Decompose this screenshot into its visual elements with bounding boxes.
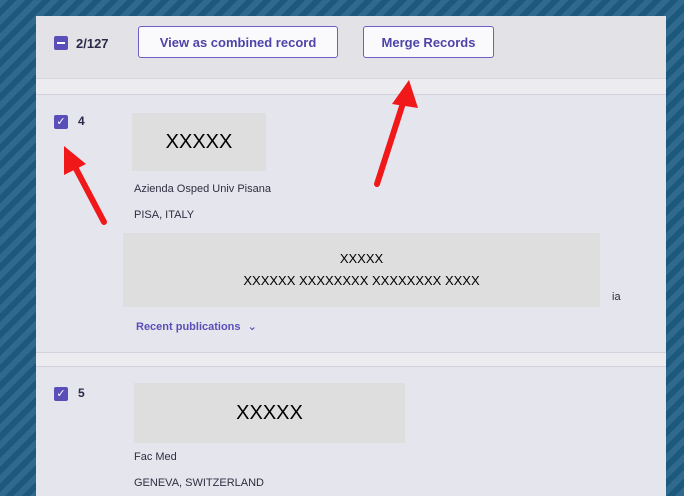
- merge-records-button[interactable]: Merge Records: [363, 26, 494, 58]
- checkmark-icon: ✓: [56, 116, 66, 128]
- redacted-text: XXXXX: [236, 401, 303, 424]
- selection-toolbar: 2/127 View as combined record Merge Reco…: [36, 16, 666, 79]
- recent-publications-toggle[interactable]: Recent publications ⌄: [136, 320, 257, 333]
- selection-count: 2/127: [76, 35, 109, 51]
- view-combined-record-button[interactable]: View as combined record: [138, 26, 338, 58]
- record-checkbox[interactable]: ✓: [54, 387, 68, 401]
- chevron-down-icon: ⌄: [247, 321, 257, 333]
- records-panel: 2/127 View as combined record Merge Reco…: [36, 16, 666, 496]
- institution-location: GENEVA, SWITZERLAND: [134, 477, 264, 489]
- record-checkbox[interactable]: ✓: [54, 115, 68, 129]
- redacted-line-1: XXXXX: [339, 251, 384, 266]
- institution-location: PISA, ITALY: [134, 209, 195, 221]
- checkmark-icon: ✓: [56, 388, 66, 400]
- partial-text: ia: [612, 291, 621, 303]
- record-number: 4: [78, 114, 85, 128]
- record-card: ✓ 5 XXXXX Fac Med GENEVA, SWITZERLAND: [36, 366, 666, 496]
- record-card: ✓ 4 XXXXX Azienda Osped Univ Pisana PISA…: [36, 94, 666, 353]
- deselect-all-checkbox[interactable]: [54, 36, 68, 50]
- record-number: 5: [78, 386, 85, 400]
- selection-indicator: 2/127: [54, 34, 109, 52]
- redacted-author-name: XXXXX: [132, 113, 266, 171]
- redacted-author-name: XXXXX: [134, 383, 405, 443]
- redacted-details: XXXXX XXXXXX XXXXXXXX XXXXXXXX XXXX: [123, 233, 600, 307]
- institution-name: Azienda Osped Univ Pisana: [134, 183, 271, 195]
- redacted-line-2: XXXXXX XXXXXXXX XXXXXXXX XXXX: [243, 273, 480, 288]
- recent-publications-label: Recent publications: [136, 321, 241, 333]
- institution-name: Fac Med: [134, 451, 177, 463]
- redacted-text: XXXXX: [165, 130, 233, 153]
